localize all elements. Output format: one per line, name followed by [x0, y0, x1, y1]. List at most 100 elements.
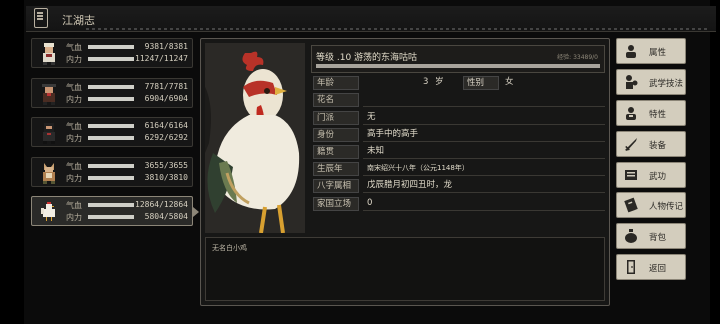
hp-bar [88, 124, 134, 128]
character-detail-panel: 等级 .10 游荡的东海咕咕 经验: 33489/0 年龄 3 岁 性别 女 花… [200, 38, 610, 306]
door-icon [627, 260, 635, 275]
character-list: 气血 内力 9381/8381 11247/11247 气血 内力 7781/7… [31, 38, 199, 236]
rooster-portrait-icon [205, 43, 305, 233]
origin-value: 未知 [363, 145, 605, 159]
mp-label: 内力 [66, 173, 82, 183]
hp-bar [88, 45, 134, 49]
menu-label: 返回 [649, 264, 667, 275]
book-icon [34, 8, 48, 28]
description-text: 无名白小鸡 [212, 244, 247, 252]
alias-value [363, 93, 605, 108]
back-button[interactable]: 返回 [616, 254, 686, 281]
kungfu-button[interactable]: 武功 [616, 161, 686, 188]
identity-label: 身份 [313, 127, 359, 142]
description-box: 无名白小鸡 [205, 237, 605, 301]
person-icon [626, 106, 636, 120]
mp-label: 内力 [66, 213, 82, 222]
person-icon [626, 45, 636, 58]
mp-label: 内力 [66, 134, 82, 143]
character-slot[interactable]: 气血 内力 7781/7781 6904/6904 [31, 77, 193, 108]
equipment-button[interactable]: 装备 [616, 130, 686, 157]
hp-label: 气血 [66, 122, 82, 131]
hp-bar [88, 84, 134, 89]
martial-skills-button[interactable]: 武学技法 [616, 68, 686, 95]
age-row: 年龄 3 岁 性别 女 [311, 76, 605, 91]
character-avatar-icon [43, 123, 55, 144]
hp-label: 气血 [66, 82, 82, 92]
mp-label: 内力 [66, 55, 82, 64]
character-slot[interactable]: 气血 内力 6164/6164 6292/6292 [31, 117, 193, 147]
sect-label: 门派 [313, 110, 359, 125]
header-divider [86, 28, 710, 30]
gender-label: 性别 [463, 76, 499, 91]
sect-value: 无 [363, 111, 605, 125]
character-slot-selected[interactable]: 气血 内力 12864/12864 5804/5804 [31, 196, 199, 226]
stance-row: 家国立场 0 [311, 196, 605, 211]
mp-bar [88, 175, 134, 180]
gender-value: 女 [505, 77, 514, 88]
mp-bar [88, 96, 134, 101]
hp-value: 6164/6164 [144, 121, 188, 130]
mp-bar [88, 57, 134, 61]
bazi-row: 八字属相 戊辰腊月初四丑时，龙 [311, 179, 605, 194]
right-letterbox [710, 0, 720, 324]
stance-value: 0 [363, 197, 605, 211]
identity-value: 高手中的高手 [363, 128, 605, 142]
rooster-avatar-icon [41, 202, 55, 221]
header-bar: 江湖志 [26, 6, 716, 32]
age-unit: 岁 [435, 77, 444, 88]
mp-value: 6292/6292 [144, 133, 188, 142]
hp-label: 气血 [66, 201, 82, 210]
profile-info: 等级 .10 游荡的东海咕咕 经验: 33489/0 年龄 3 岁 性别 女 花… [311, 45, 605, 211]
bazi-label: 八字属相 [313, 179, 359, 194]
page-title: 江湖志 [62, 14, 95, 27]
menu-label: 属性 [649, 48, 667, 58]
menu-label: 武功 [649, 171, 667, 182]
age-label: 年龄 [313, 76, 359, 91]
biography-button[interactable]: 人物传记 [616, 192, 686, 219]
hp-bar [88, 163, 134, 168]
hp-value: 9381/8381 [144, 42, 188, 51]
identity-row: 身份 高手中的高手 [311, 127, 605, 142]
origin-row: 籍贯 未知 [311, 144, 605, 159]
side-menu: 属性 武学技法 特性 装备 武功 人物传记 背包 返回 [616, 38, 686, 285]
menu-label: 武学技法 [649, 78, 684, 89]
bag-icon [625, 229, 637, 244]
mp-label: 内力 [66, 94, 82, 104]
alias-label: 花名 [313, 93, 359, 108]
level-name: 等级 .10 游荡的东海咕咕 [316, 53, 418, 63]
stance-label: 家国立场 [313, 196, 359, 211]
fighter-icon [626, 74, 638, 89]
hp-value: 7781/7781 [144, 81, 188, 91]
level-box: 等级 .10 游荡的东海咕咕 经验: 33489/0 [311, 45, 605, 73]
hp-label: 气血 [66, 43, 82, 52]
menu-label: 特性 [649, 109, 667, 120]
hp-value: 3655/3655 [144, 160, 188, 170]
mp-value: 3810/3810 [144, 172, 188, 182]
origin-label: 籍贯 [313, 144, 359, 159]
menu-label: 人物传记 [649, 202, 684, 213]
alias-row: 花名 [311, 93, 605, 108]
menu-label: 装备 [649, 140, 667, 151]
character-avatar-icon [42, 83, 56, 105]
mp-bar [88, 215, 134, 219]
character-slot[interactable]: 气血 内力 3655/3655 3810/3810 [31, 156, 193, 187]
scroll-icon [625, 169, 637, 180]
menu-label: 背包 [649, 233, 667, 244]
bag-button[interactable]: 背包 [616, 223, 686, 250]
bazi-value: 戊辰腊月初四丑时，龙 [363, 179, 605, 194]
mp-value: 6904/6904 [144, 93, 188, 103]
book-icon [624, 198, 638, 213]
character-slot[interactable]: 气血 内力 9381/8381 11247/11247 [31, 38, 193, 68]
sword-icon [625, 137, 637, 151]
hp-label: 气血 [66, 161, 82, 171]
hp-value: 12864/12864 [135, 200, 188, 209]
birth-value: 南宋绍兴十八年（公元1148年） [363, 162, 605, 177]
birth-row: 生辰年 南宋绍兴十八年（公元1148年） [311, 162, 605, 177]
sect-row: 门派 无 [311, 110, 605, 125]
traits-button[interactable]: 特性 [616, 99, 686, 126]
left-letterbox [0, 0, 24, 324]
mp-value: 11247/11247 [135, 54, 188, 63]
exp-text: 经验: 33489/0 [557, 54, 598, 61]
attributes-button[interactable]: 属性 [616, 38, 686, 64]
